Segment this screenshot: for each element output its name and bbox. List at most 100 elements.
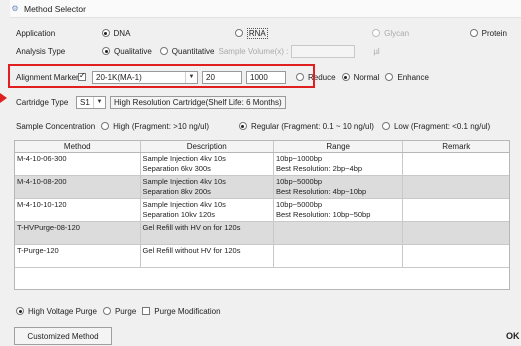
radio-normal-label: Normal: [353, 72, 380, 82]
description-line: Sample Injection 4kv 10s: [142, 200, 226, 209]
radio-rna[interactable]: RNA: [234, 27, 366, 39]
column-header-description[interactable]: Description: [141, 141, 274, 152]
radio-dna-label: DNA: [113, 28, 131, 38]
range-line: Best Resolution: 4bp~10bp: [275, 187, 367, 196]
method-selector-window: ⚙ Method Selector Application DNA RNA Gl…: [0, 0, 521, 346]
radio-regular[interactable]: Regular (Fragment: 0.1 ~ 10 ng/ul): [238, 121, 374, 131]
radio-regular-label: Regular (Fragment: 0.1 ~ 10 ng/ul): [250, 121, 374, 131]
alignment-marker-highlight: [8, 64, 315, 88]
description-line: Separation 8kv 200s: [142, 187, 211, 196]
cell-method: T-HVPurge-08-120: [15, 222, 141, 244]
table-row[interactable]: T-Purge-120 Gel Refill without HV for 12…: [15, 245, 509, 268]
checkbox-box: [142, 307, 151, 315]
window-title: Method Selector: [24, 3, 86, 14]
cell-method: M-4-10-08-200: [15, 176, 141, 198]
cell-range: 10bp~5000bp Best Resolution: 4bp~10bp: [274, 176, 404, 198]
cell-range: 10bp~5000bp Best Resolution: 10bp~50bp: [274, 199, 404, 221]
description-line: Sample Injection 4kv 10s: [142, 177, 226, 186]
cell-description: Sample Injection 4kv 10s Separation 8kv 2…: [141, 176, 274, 198]
radio-dot: [341, 73, 350, 81]
radio-qualitative-label: Qualitative: [114, 46, 152, 56]
radio-dot: [385, 73, 394, 81]
concentration-row: Sample Concentration High (Fragment: >10…: [16, 117, 513, 135]
radio-glycan-label: Glycan: [384, 28, 410, 38]
cell-remark: [403, 199, 509, 221]
radio-high-voltage-purge[interactable]: High Voltage Purge: [16, 307, 97, 316]
table-row[interactable]: M-4-10-10-120 Sample Injection 4kv 10s Se…: [15, 199, 509, 222]
radio-dot: [372, 29, 381, 37]
radio-dot: [102, 47, 110, 55]
cartridge-label: Cartridge Type: [16, 97, 69, 107]
cartridge-row: Cartridge Type S1 ▼ High Resolution Cart…: [16, 93, 513, 111]
table-row[interactable]: M-4-10-06-300 Sample Injection 4kv 10s Se…: [15, 153, 509, 176]
radio-enhance[interactable]: Enhance: [385, 73, 429, 82]
radio-low-label: Low (Fragment: <0.1 ng/ul): [393, 121, 491, 131]
concentration-label: Sample Concentration: [16, 121, 96, 131]
table-header: Method Description Range Remark: [15, 141, 509, 153]
analysis-row: Analysis Type Qualitative Quantitative S…: [16, 42, 513, 60]
range-line: Best Resolution: 2bp~4bp: [275, 164, 363, 173]
radio-purge-label: Purge: [114, 306, 137, 316]
cartridge-slot-select[interactable]: S1 ▼: [76, 95, 106, 109]
chevron-down-icon: ▼: [93, 96, 105, 108]
radio-dot: [238, 122, 247, 130]
ok-button[interactable]: OK: [506, 331, 520, 341]
radio-low[interactable]: Low (Fragment: <0.1 ng/ul): [381, 121, 491, 131]
cell-method: M-4-10-06-300: [15, 153, 141, 175]
radio-rna-label: RNA: [246, 27, 268, 39]
cell-description: Sample Injection 4kv 10s Separation 6kv 3…: [141, 153, 274, 175]
cell-range: [274, 222, 404, 244]
radio-high-voltage-purge-label: High Voltage Purge: [28, 306, 97, 316]
range-line: 10bp~5000bp: [275, 200, 323, 209]
cell-range: [274, 245, 404, 267]
radio-dot: [381, 122, 390, 130]
application-label: Application: [16, 28, 56, 38]
column-header-method[interactable]: Method: [15, 141, 141, 152]
radio-dot: [101, 29, 110, 37]
radio-high-label: High (Fragment: >10 ng/ul): [113, 121, 209, 131]
column-header-range[interactable]: Range: [274, 141, 404, 152]
radio-protein[interactable]: Protein: [469, 28, 507, 38]
range-line: Best Resolution: 10bp~50bp: [275, 210, 371, 219]
table-row[interactable]: M-4-10-08-200 Sample Injection 4kv 10s Se…: [15, 176, 509, 199]
radio-enhance-label: Enhance: [397, 72, 429, 82]
purge-modification-label: Purge Modification: [154, 306, 221, 316]
cell-remark: [403, 153, 509, 175]
cell-remark: [403, 222, 509, 244]
cell-remark: [403, 176, 509, 198]
radio-dot: [159, 47, 168, 55]
radio-purge[interactable]: Purge: [102, 306, 137, 316]
cell-remark: [403, 245, 509, 267]
radio-high[interactable]: High (Fragment: >10 ng/ul): [101, 122, 209, 131]
customized-method-button[interactable]: Customized Method: [14, 327, 112, 345]
radio-glycan: Glycan: [372, 29, 464, 38]
sample-volume-input[interactable]: [291, 44, 356, 58]
analysis-label: Analysis Type: [16, 46, 66, 56]
description-line: Separation 6kv 300s: [142, 164, 211, 173]
range-line: 10bp~5000bp: [275, 177, 323, 186]
cell-method: T-Purge-120: [15, 245, 141, 267]
radio-normal[interactable]: Normal: [341, 72, 380, 82]
radio-quantitative[interactable]: Quantitative: [159, 46, 215, 56]
description-line: Separation 10kv 120s: [142, 210, 216, 219]
radio-dot: [469, 29, 478, 37]
radio-dot: [102, 307, 111, 315]
description-line: Sample Injection 4kv 10s: [142, 154, 226, 163]
cell-range: 10bp~1000bp Best Resolution: 2bp~4bp: [274, 153, 404, 175]
table-row[interactable]: T-HVPurge-08-120 Gel Refill with HV on f…: [15, 222, 509, 245]
range-line: 10bp~1000bp: [275, 154, 323, 163]
purge-modification-checkbox[interactable]: Purge Modification: [142, 306, 221, 316]
radio-quantitative-label: Quantitative: [171, 46, 215, 56]
cartridge-slot-value: S1: [80, 97, 90, 107]
cell-description: Sample Injection 4kv 10s Separation 10kv …: [141, 199, 274, 221]
description-line: Gel Refill with HV on for 120s: [142, 223, 241, 232]
purge-row: High Voltage Purge Purge Purge Modificat…: [16, 302, 513, 320]
method-table: Method Description Range Remark M-4-10-0…: [14, 140, 510, 290]
radio-dna[interactable]: DNA: [101, 28, 229, 38]
description-line: Gel Refill without HV for 120s: [142, 246, 241, 255]
column-header-remark[interactable]: Remark: [403, 141, 509, 152]
radio-protein-label: Protein: [481, 28, 507, 38]
sample-volume-label: Sample Volume(x) :: [218, 46, 289, 56]
radio-qualitative[interactable]: Qualitative: [102, 47, 152, 56]
app-icon: ⚙: [11, 3, 19, 13]
